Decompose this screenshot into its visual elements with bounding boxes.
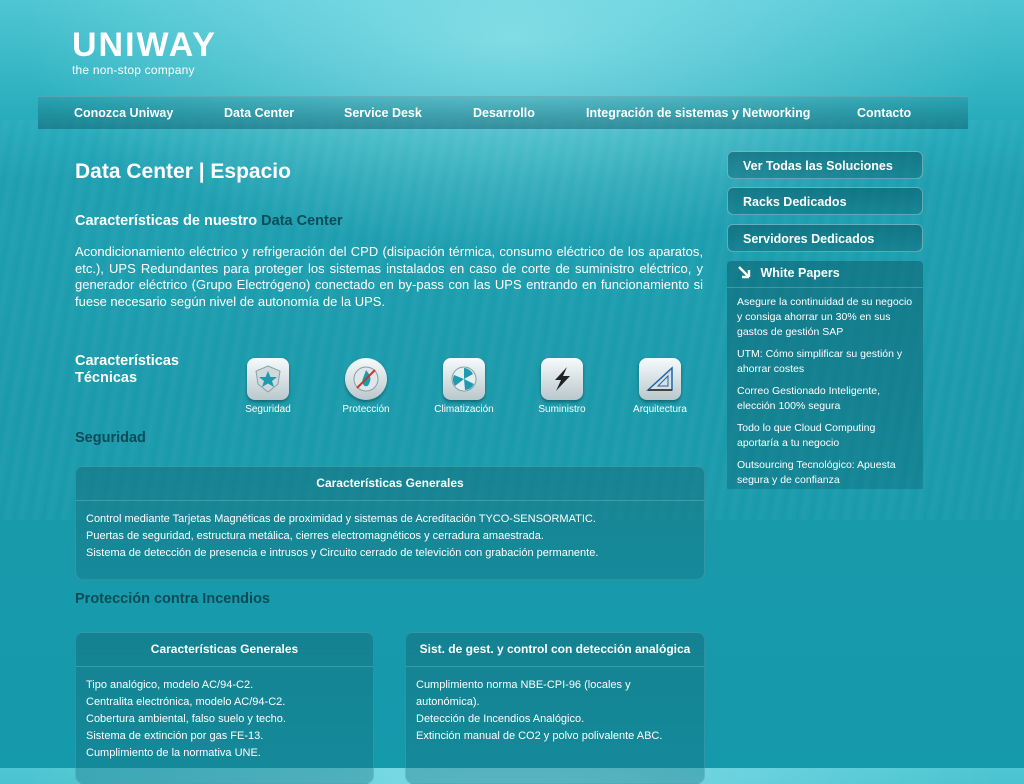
page-title: Data Center | Espacio [75, 160, 291, 183]
list-item: Sistema de extinción por gas FE-13. [86, 730, 264, 742]
white-paper-link[interactable]: Outsourcing Tecnológico: Apuesta segura … [727, 458, 923, 488]
incendios-box-generales: Características Generales Tipo analógico… [75, 632, 374, 784]
tech-title: Características Técnicas [75, 353, 179, 386]
list-item: Cumplimiento norma NBE-CPI-96 (locales y [416, 679, 631, 691]
set-square-icon [639, 358, 681, 400]
list-item: Tipo analógico, modelo AC/94-C2. [86, 679, 254, 691]
white-paper-link[interactable]: Todo lo que Cloud Computing aportaría a … [727, 421, 923, 451]
seguridad-list: Control mediante Tarjetas Magnéticas de … [76, 501, 704, 572]
nav-integracion[interactable]: Integración de sistemas y Networking [586, 106, 810, 120]
tech-proteccion[interactable]: Protección [316, 358, 416, 415]
lightning-icon [541, 358, 583, 400]
tech-arquitectura[interactable]: Arquitectura [610, 358, 710, 415]
main-nav: Conozca Uniway Data Center Service Desk … [38, 96, 968, 129]
ver-todas-soluciones-button[interactable]: Ver Todas las Soluciones [727, 151, 923, 179]
tech-label: Arquitectura [633, 404, 687, 415]
incendios-list-1: Tipo analógico, modelo AC/94-C2. Central… [76, 667, 373, 772]
tech-suministro[interactable]: Suministro [512, 358, 612, 415]
white-paper-link[interactable]: Correo Gestionado Inteligente, elección … [727, 384, 923, 414]
list-item: Puertas de seguridad, estructura metálic… [86, 530, 544, 542]
seguridad-title: Seguridad [75, 430, 146, 446]
tech-climatizacion[interactable]: Climatización [414, 358, 514, 415]
list-item: Sistema de detección de presencia e intr… [86, 547, 599, 559]
tech-label: Protección [342, 404, 390, 415]
incendios-title: Protección contra Incendios [75, 591, 270, 607]
tagline: the non-stop company [72, 63, 195, 77]
shield-star-icon [247, 358, 289, 400]
servidores-dedicados-button[interactable]: Servidores Dedicados [727, 224, 923, 252]
seguridad-box: Características Generales Control median… [75, 466, 705, 580]
nav-conozca-uniway[interactable]: Conozca Uniway [74, 106, 173, 120]
list-item: autonómica). [416, 696, 480, 708]
subtitle-prefix: Características de nuestro [75, 213, 258, 229]
white-paper-link[interactable]: UTM: Cómo simplificar su gestión y ahorr… [727, 347, 923, 377]
list-item: Control mediante Tarjetas Magnéticas de … [86, 513, 596, 525]
nav-contacto[interactable]: Contacto [857, 106, 911, 120]
fire-protection-icon [345, 358, 387, 400]
racks-dedicados-button[interactable]: Racks Dedicados [727, 187, 923, 215]
list-item: Centralita electrónica, modelo AC/94-C2. [86, 696, 286, 708]
box-title: Características Generales [76, 467, 704, 501]
uniway-logo[interactable]: UNIWAY [72, 26, 217, 65]
subtitle-highlight: Data Center [261, 213, 343, 229]
nav-service-desk[interactable]: Service Desk [344, 106, 422, 120]
white-papers-panel: White Papers Asegure la continuidad de s… [727, 261, 923, 489]
box-title: Sist. de gest. y control con detección a… [406, 633, 704, 667]
box-title: Características Generales [76, 633, 373, 667]
arrow-icon [737, 266, 754, 280]
list-item: Extinción manual de CO2 y polvo polivale… [416, 730, 663, 742]
fan-icon [443, 358, 485, 400]
incendios-box-analogica: Sist. de gest. y control con detección a… [405, 632, 705, 784]
header: UNIWAY the non-stop company [0, 0, 1024, 100]
tech-label: Suministro [538, 404, 586, 415]
incendios-list-2: Cumplimiento norma NBE-CPI-96 (locales y… [406, 667, 704, 755]
tech-label: Seguridad [245, 404, 291, 415]
intro-paragraph: Acondicionamiento eléctrico y refrigerac… [75, 244, 703, 309]
list-item: Cumplimiento de la normativa UNE. [86, 747, 261, 759]
white-paper-link[interactable]: Asegure la continuidad de su negocio y c… [727, 295, 923, 340]
tech-seguridad[interactable]: Seguridad [218, 358, 318, 415]
list-item: Detección de Incendios Analógico. [416, 713, 585, 725]
nav-data-center[interactable]: Data Center [224, 106, 294, 120]
list-item: Cobertura ambiental, falso suelo y techo… [86, 713, 286, 725]
white-papers-header: White Papers [727, 261, 923, 288]
page-subtitle: Características de nuestro Data Center [75, 213, 343, 229]
white-papers-title: White Papers [760, 266, 840, 280]
nav-desarrollo[interactable]: Desarrollo [473, 106, 535, 120]
tech-label: Climatización [434, 404, 494, 415]
